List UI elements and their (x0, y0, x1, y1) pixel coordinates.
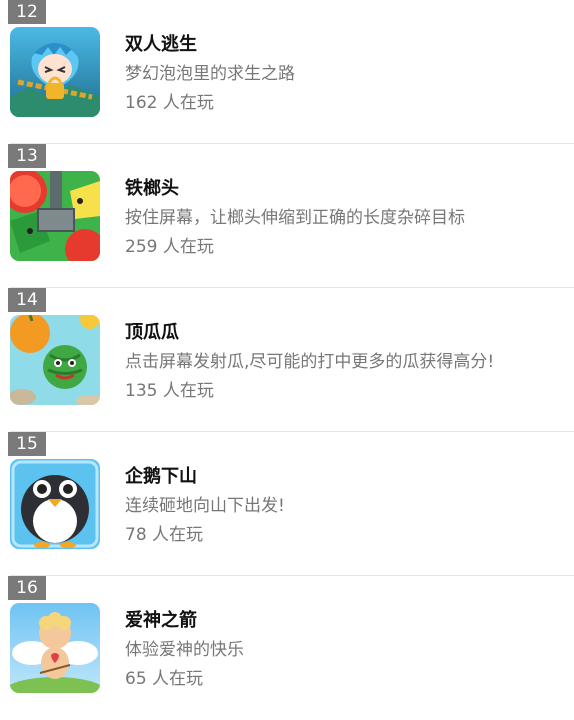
game-description: 梦幻泡泡里的求生之路 (125, 64, 295, 84)
game-title[interactable]: 双人逃生 (125, 30, 197, 56)
rank-badge: 15 (8, 432, 46, 456)
rank-badge: 16 (8, 576, 46, 600)
rank-badge: 12 (8, 0, 46, 24)
game-ranking-list: 12 双人逃生 梦幻泡泡里的求生之路 162 人在玩 13 铁榔头 按住屏幕，让… (0, 0, 574, 720)
game-list-item[interactable]: 12 双人逃生 梦幻泡泡里的求生之路 162 人在玩 (0, 0, 574, 144)
game-cupid-icon[interactable] (10, 603, 100, 693)
game-list-item[interactable]: 14 顶瓜瓜 点击屏幕发射瓜,尽可能的打中更多的瓜获得高分! 135 人在玩 (0, 288, 574, 432)
game-list-item[interactable]: 15 企鹅下山 连续砸地向山下出发! 78 人在玩 (0, 432, 574, 576)
game-melon-icon[interactable] (10, 315, 100, 405)
game-description: 点击屏幕发射瓜,尽可能的打中更多的瓜获得高分! (125, 352, 495, 372)
player-count: 65 人在玩 (125, 669, 204, 689)
game-title[interactable]: 铁榔头 (125, 174, 179, 200)
player-count: 259 人在玩 (125, 237, 214, 257)
game-escape-icon[interactable] (10, 27, 100, 117)
player-count: 162 人在玩 (125, 93, 214, 113)
rank-badge: 14 (8, 288, 46, 312)
game-title[interactable]: 企鹅下山 (125, 462, 197, 488)
game-title[interactable]: 顶瓜瓜 (125, 318, 179, 344)
game-penguin-icon[interactable] (10, 459, 100, 549)
player-count: 135 人在玩 (125, 381, 214, 401)
rank-badge: 13 (8, 144, 46, 168)
game-description: 按住屏幕，让榔头伸缩到正确的长度杂碎目标 (125, 208, 465, 228)
game-title[interactable]: 爱神之箭 (125, 606, 197, 632)
game-list-item[interactable]: 16 爱神之箭 体验爱神的快乐 65 人在玩 (0, 576, 574, 720)
game-hammer-icon[interactable] (10, 171, 100, 261)
player-count: 78 人在玩 (125, 525, 204, 545)
game-description: 体验爱神的快乐 (125, 640, 244, 660)
game-list-item[interactable]: 13 铁榔头 按住屏幕，让榔头伸缩到正确的长度杂碎目标 259 人在玩 (0, 144, 574, 288)
game-description: 连续砸地向山下出发! (125, 496, 285, 516)
